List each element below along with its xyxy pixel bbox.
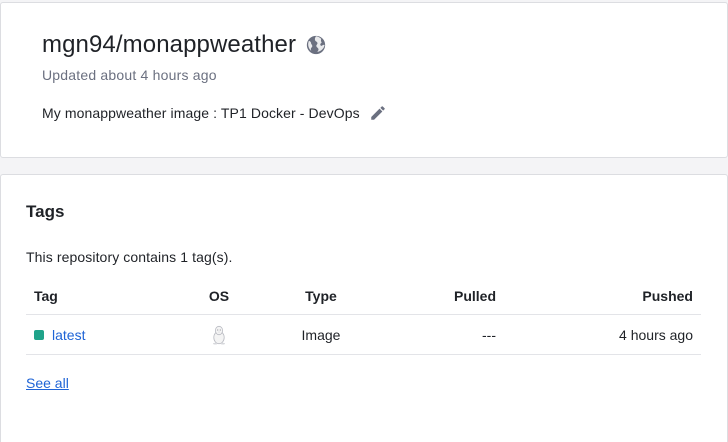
see-all-link[interactable]: See all: [26, 375, 69, 391]
linux-icon: [211, 325, 227, 345]
tags-heading: Tags: [26, 202, 65, 221]
column-header-pushed: Pushed: [642, 287, 693, 304]
tag-cell: latest: [34, 315, 85, 354]
status-indicator: [34, 329, 44, 340]
tag-link-latest[interactable]: latest: [52, 327, 85, 343]
repository-header-card: mgn94/monappweather Updated about 4 hour…: [0, 2, 728, 158]
repository-description-row: My monappweather image : TP1 Docker - De…: [42, 104, 387, 122]
column-header-os: OS: [208, 287, 230, 304]
tags-count-text: This repository contains 1 tag(s).: [26, 249, 233, 265]
pencil-icon[interactable]: [369, 104, 387, 122]
os-cell: [196, 315, 242, 354]
repository-title: mgn94/monappweather: [42, 31, 297, 58]
column-header-tag: Tag: [34, 287, 58, 304]
pulled-cell: ---: [482, 326, 496, 343]
repository-description: My monappweather image : TP1 Docker - De…: [42, 105, 360, 121]
repository-title-row: mgn94/monappweather: [42, 31, 327, 59]
pushed-cell: 4 hours ago: [619, 326, 693, 343]
table-row: latest Image --- 4 hours ago: [26, 315, 701, 355]
type-cell: Image: [301, 326, 341, 343]
tags-table-header: Tag OS Type Pulled Pushed: [26, 277, 701, 315]
repository-updated-time: Updated about 4 hours ago: [42, 67, 217, 83]
repository-page: mgn94/monappweather Updated about 4 hour…: [0, 0, 728, 442]
globe-icon: [305, 34, 327, 56]
tags-table: Tag OS Type Pulled Pushed latest Image -…: [26, 277, 701, 355]
tags-card: Tags This repository contains 1 tag(s). …: [0, 174, 728, 442]
column-header-pulled: Pulled: [453, 287, 496, 304]
column-header-type: Type: [305, 287, 337, 304]
